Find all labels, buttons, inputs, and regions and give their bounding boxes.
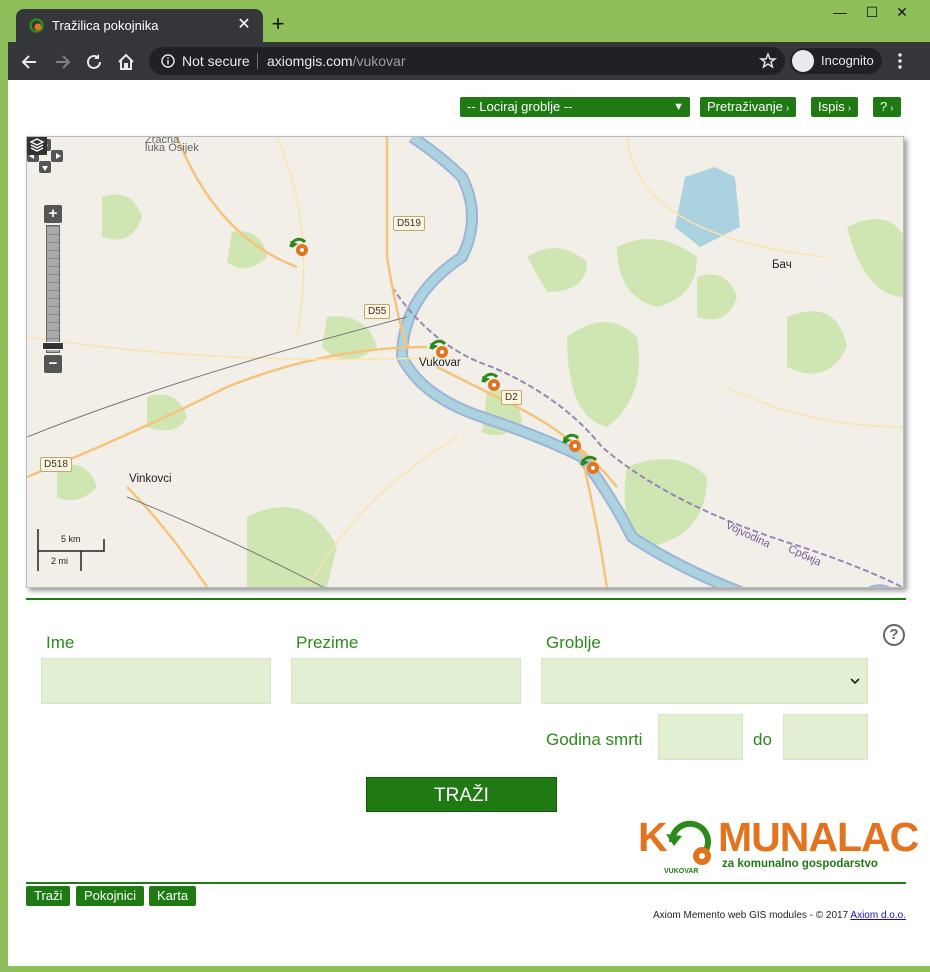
prezime-field[interactable] xyxy=(291,658,521,704)
home-icon[interactable] xyxy=(115,51,137,73)
cemetery-marker-icon[interactable] xyxy=(427,337,453,361)
address-bar[interactable]: Not secure axiomgis.com/vukovar xyxy=(149,47,785,75)
ime-label: Ime xyxy=(46,633,75,652)
groblje-label: Groblje xyxy=(546,633,601,652)
road-shield-d519: D519 xyxy=(393,216,425,231)
road-shield-d518: D518 xyxy=(40,457,72,472)
locate-cemetery-label: -- Lociraj groblje -- xyxy=(467,99,573,114)
help-label: ? xyxy=(880,99,888,114)
incognito-label: Incognito xyxy=(821,53,874,68)
cemetery-marker-icon[interactable] xyxy=(578,453,604,477)
not-secure-label: Not secure xyxy=(182,53,250,69)
info-icon[interactable] xyxy=(161,54,175,68)
search-link-label: Pretraživanje xyxy=(707,99,783,114)
search-link-button[interactable]: Pretraživanje › xyxy=(700,97,797,117)
map-label-bac: Бач xyxy=(772,259,792,271)
print-button[interactable]: Ispis › xyxy=(811,97,859,117)
reload-icon[interactable] xyxy=(83,51,105,73)
map-scale-bar: 5 km 2 mi xyxy=(37,529,107,573)
back-arrow-icon[interactable] xyxy=(19,51,41,73)
map-label-luka-osijek: luka Osijek xyxy=(145,142,199,154)
omnibox-separator xyxy=(257,53,258,69)
ime-field[interactable] xyxy=(41,658,271,704)
map-view[interactable]: Zračna luka Osijek Vukovar Vinkovci Бач … xyxy=(26,136,904,588)
zoom-in-button[interactable]: + xyxy=(44,205,62,223)
title-bar: Tražilica pokojnika ✕ + — ☐ ✕ xyxy=(8,0,930,42)
window-close-icon[interactable]: ✕ xyxy=(887,4,917,22)
url-text: axiomgis.com/vukovar xyxy=(267,53,406,69)
komunalac-logo: K MUNALAC za komunalno gospodarstvo VUKO… xyxy=(638,810,919,882)
browser-window: Tražilica pokojnika ✕ + — ☐ ✕ Not secure… xyxy=(8,0,930,966)
footer-axiom-link[interactable]: Axiom d.o.o. xyxy=(850,910,906,921)
footer-divider xyxy=(26,882,906,884)
browser-toolbar: Not secure axiomgis.com/vukovar Incognit… xyxy=(8,42,930,80)
url-path: /vukovar xyxy=(352,53,406,69)
logo-letter-k: K xyxy=(638,814,668,860)
road-shield-d55: D55 xyxy=(364,304,391,319)
do-label: do xyxy=(753,730,772,749)
scale-mi-label: 2 mi xyxy=(51,556,69,566)
tab-trazi[interactable]: Traži xyxy=(26,886,71,906)
browser-menu-icon[interactable] xyxy=(894,52,906,70)
year-from-field[interactable] xyxy=(658,714,743,760)
help-icon[interactable]: ? xyxy=(883,624,905,646)
logo-small-text: VUKOVAR xyxy=(664,868,699,875)
zoom-out-button[interactable]: − xyxy=(44,355,62,373)
layers-icon[interactable] xyxy=(27,137,47,155)
search-button[interactable]: TRAŽI xyxy=(366,777,557,812)
bookmark-star-icon[interactable] xyxy=(759,52,777,70)
forward-arrow-icon[interactable] xyxy=(51,51,73,73)
footer-copyright: Axiom Memento web GIS modules - © 2017 xyxy=(652,910,849,921)
zoom-slider-handle[interactable] xyxy=(42,342,64,350)
locate-cemetery-select[interactable]: -- Lociraj groblje -- ▼ xyxy=(460,97,690,117)
section-divider xyxy=(26,598,906,600)
maximize-icon[interactable]: ☐ xyxy=(857,4,887,22)
map-tiles xyxy=(27,137,903,587)
logo-tagline: za komunalno gospodarstvo xyxy=(722,858,878,870)
groblje-select[interactable] xyxy=(541,658,868,704)
new-tab-icon[interactable]: + xyxy=(266,13,290,37)
logo-word-munalac: MUNALAC xyxy=(718,814,919,860)
tab-title: Tražilica pokojnika xyxy=(52,18,159,33)
godina-smrti-label: Godina smrti xyxy=(546,730,643,749)
year-to-field[interactable] xyxy=(783,714,868,760)
page-content: -- Lociraj groblje -- ▼ Pretraživanje › I… xyxy=(8,80,930,966)
incognito-badge[interactable]: Incognito xyxy=(790,48,882,74)
minimize-icon[interactable]: — xyxy=(825,4,855,22)
arrow-right-icon: › xyxy=(785,103,790,114)
tab-pokojnici[interactable]: Pokojnici xyxy=(76,886,145,906)
tab-karta[interactable]: Karta xyxy=(149,886,197,906)
arrow-right-icon: › xyxy=(847,103,852,114)
cemetery-marker-icon[interactable] xyxy=(479,370,505,394)
footer-text: Axiom Memento web GIS modules - © 2017 A… xyxy=(653,910,906,921)
chevron-down-icon: ▼ xyxy=(673,101,684,113)
browser-tab[interactable]: Tražilica pokojnika ✕ xyxy=(16,9,263,42)
url-host: axiomgis.com xyxy=(267,53,353,69)
logo-recycle-icon xyxy=(666,820,711,865)
cemetery-marker-icon[interactable] xyxy=(287,235,313,259)
scale-km-label: 5 km xyxy=(61,534,81,544)
komunalac-favicon-icon xyxy=(29,18,44,33)
prezime-label: Prezime xyxy=(296,633,359,652)
help-button[interactable]: ? › xyxy=(873,97,901,117)
incognito-icon xyxy=(792,50,814,72)
tab-close-icon[interactable]: ✕ xyxy=(235,15,253,35)
arrow-right-icon: › xyxy=(890,103,894,114)
chevron-down-icon xyxy=(850,678,860,685)
cemetery-marker-icon[interactable] xyxy=(560,431,586,455)
print-label: Ispis xyxy=(818,99,845,114)
zoom-slider[interactable] xyxy=(46,225,60,353)
map-label-vinkovci: Vinkovci xyxy=(129,473,172,485)
